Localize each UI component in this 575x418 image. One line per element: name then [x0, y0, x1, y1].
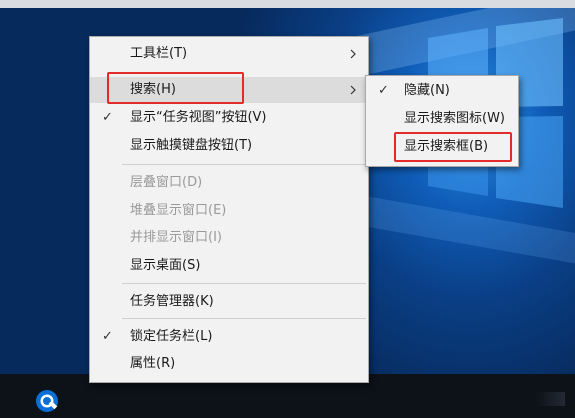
menu-item-label: 属性(R) — [130, 356, 176, 371]
annotation-highlight-show-search-box — [394, 132, 512, 162]
menu-item-label: 任务管理器(K) — [130, 294, 214, 309]
submenu-item-hidden[interactable]: ✓ 隐藏(N) — [366, 78, 518, 104]
menu-item-task-manager[interactable]: 任务管理器(K) — [90, 289, 368, 315]
menu-item-label: 显示桌面(S) — [130, 258, 201, 273]
cortana-search-icon[interactable] — [34, 388, 60, 414]
menu-item-label: 锁定任务栏(L) — [130, 329, 213, 344]
submenu-item-label: 隐藏(N) — [404, 83, 450, 98]
chevron-right-icon — [350, 49, 356, 59]
checkmark-icon: ✓ — [102, 110, 113, 125]
chevron-right-icon — [350, 85, 356, 95]
menu-item-label: 层叠窗口(D) — [130, 175, 203, 190]
menu-item-task-view-button[interactable]: ✓ 显示“任务视图”按钮(V) — [90, 105, 368, 131]
menu-item-properties[interactable]: 属性(R) — [90, 351, 368, 377]
menu-separator — [122, 318, 366, 319]
checkmark-icon: ✓ — [102, 329, 113, 344]
submenu-item-label: 显示搜索图标(W) — [404, 111, 505, 126]
menu-item-touch-keyboard-button[interactable]: 显示触摸键盘按钮(T) — [90, 133, 368, 159]
checkmark-icon: ✓ — [378, 83, 389, 98]
menu-item-stack-windows: 堆叠显示窗口(E) — [90, 198, 368, 224]
menu-item-label: 显示触摸键盘按钮(T) — [130, 138, 253, 153]
annotation-highlight-search — [107, 72, 244, 104]
menu-separator — [122, 283, 366, 284]
menu-item-label: 堆叠显示窗口(E) — [130, 203, 227, 218]
menu-separator — [122, 164, 366, 165]
taskbar-tray — [535, 392, 565, 406]
menu-item-lock-taskbar[interactable]: ✓ 锁定任务栏(L) — [90, 324, 368, 350]
menu-item-label: 并排显示窗口(I) — [130, 230, 222, 245]
menu-item-toolbars[interactable]: 工具栏(T) — [90, 41, 368, 67]
menu-item-show-desktop[interactable]: 显示桌面(S) — [90, 253, 368, 279]
menu-item-label: 工具栏(T) — [130, 46, 188, 61]
window-frame-top — [0, 0, 575, 8]
submenu-item-show-search-icon[interactable]: 显示搜索图标(W) — [366, 106, 518, 132]
menu-item-cascade-windows: 层叠窗口(D) — [90, 170, 368, 196]
menu-item-label: 显示“任务视图”按钮(V) — [130, 110, 267, 125]
menu-item-side-by-side-windows: 并排显示窗口(I) — [90, 225, 368, 251]
